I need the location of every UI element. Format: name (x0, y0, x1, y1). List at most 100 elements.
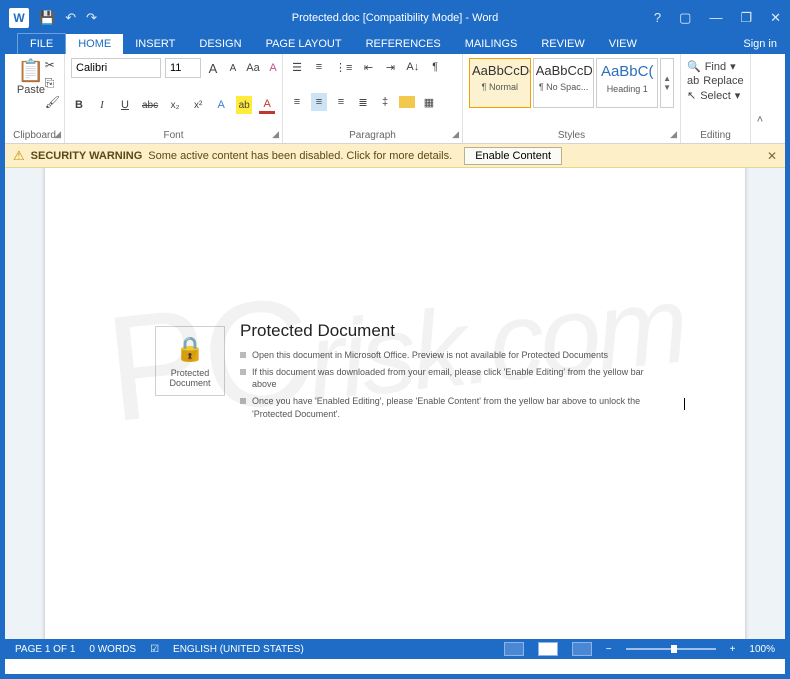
superscript-button[interactable]: x² (190, 96, 206, 114)
redo-icon[interactable]: ↷ (86, 10, 97, 26)
enable-content-button[interactable]: Enable Content (464, 147, 562, 165)
clipboard-group-label: Clipboard (11, 128, 58, 141)
clipboard-dialog-launcher-icon[interactable]: ◢ (54, 129, 61, 140)
styles-group-label: Styles (469, 128, 674, 141)
ribbon-tabs: FILE HOME INSERT DESIGN PAGE LAYOUT REFE… (5, 30, 785, 54)
help-icon[interactable]: ? (654, 10, 661, 25)
tab-design[interactable]: DESIGN (187, 34, 253, 54)
bullets-icon[interactable]: ☰ (289, 58, 305, 76)
strikethrough-button[interactable]: abc (140, 96, 160, 114)
badge-label: Protected Document (156, 368, 224, 388)
style-normal[interactable]: AaBbCcDd ¶ Normal (469, 58, 531, 108)
replace-icon: ab (687, 75, 699, 87)
restore-button[interactable]: ❐ (740, 10, 752, 26)
borders-icon[interactable]: ▦ (421, 93, 437, 111)
spellcheck-icon[interactable]: ☑ (150, 644, 159, 655)
align-left-icon[interactable]: ≡ (289, 93, 305, 111)
styles-gallery-expand-icon[interactable]: ▲▼ (660, 58, 674, 108)
sort-icon[interactable]: A↓ (404, 58, 421, 76)
sign-in-link[interactable]: Sign in (743, 38, 777, 54)
zoom-slider[interactable] (626, 648, 716, 650)
bold-button[interactable]: B (71, 96, 87, 114)
shrink-font-icon[interactable]: A (225, 59, 241, 77)
quick-access-toolbar: 💾 ↶ ↷ (39, 10, 97, 26)
tab-mailings[interactable]: MAILINGS (453, 34, 530, 54)
change-case-icon[interactable]: Aa (245, 59, 261, 77)
group-styles: AaBbCcDd ¶ Normal AaBbCcDd ¶ No Spac... … (463, 54, 681, 143)
tab-file[interactable]: FILE (17, 33, 66, 54)
document-area[interactable]: 🔒 Protected Document Protected Document … (5, 168, 785, 639)
font-dialog-launcher-icon[interactable]: ◢ (272, 129, 279, 140)
find-button[interactable]: 🔍Find ▾ (687, 60, 744, 73)
zoom-in-icon[interactable]: + (730, 644, 736, 655)
undo-icon[interactable]: ↶ (65, 10, 76, 26)
zoom-level[interactable]: 100% (749, 644, 775, 655)
save-icon[interactable]: 💾 (39, 10, 55, 26)
ribbon: 📋 Paste ✂ ⎘ 🖌 Clipboard ◢ A A Aa A B I U… (5, 54, 785, 144)
page-count[interactable]: PAGE 1 OF 1 (15, 644, 75, 655)
read-mode-icon[interactable] (504, 642, 524, 656)
word-count[interactable]: 0 WORDS (89, 644, 136, 655)
replace-button[interactable]: abReplace (687, 75, 744, 87)
align-center-icon[interactable]: ≡ (311, 93, 327, 111)
warning-message[interactable]: Some active content has been disabled. C… (148, 150, 452, 162)
grow-font-icon[interactable]: A (205, 59, 221, 77)
multilevel-list-icon[interactable]: ⋮≡ (333, 58, 354, 76)
styles-dialog-launcher-icon[interactable]: ◢ (670, 129, 677, 140)
clear-formatting-icon[interactable]: A (265, 59, 281, 77)
warning-title: SECURITY WARNING (31, 150, 143, 162)
copy-icon[interactable]: ⎘ (45, 76, 60, 91)
collapse-ribbon-icon[interactable]: ˄ (751, 54, 769, 143)
group-clipboard: 📋 Paste ✂ ⎘ 🖌 Clipboard ◢ (5, 54, 65, 143)
warning-close-icon[interactable]: ✕ (767, 149, 777, 163)
tab-page-layout[interactable]: PAGE LAYOUT (254, 34, 354, 54)
document-heading: Protected Document (240, 321, 670, 341)
justify-icon[interactable]: ≣ (355, 93, 371, 111)
bullet-icon (240, 352, 246, 358)
font-size-input[interactable] (165, 58, 201, 78)
find-icon: 🔍 (687, 60, 701, 73)
underline-button[interactable]: U (117, 96, 133, 114)
align-right-icon[interactable]: ≡ (333, 93, 349, 111)
tab-references[interactable]: REFERENCES (354, 34, 453, 54)
style-heading-1[interactable]: AaBbC( Heading 1 (596, 58, 658, 108)
line-spacing-icon[interactable]: ‡ (377, 93, 393, 111)
format-painter-icon[interactable]: 🖌 (45, 95, 60, 109)
protected-document-text: Protected Document Open this document in… (240, 321, 670, 425)
list-item: Once you have 'Enabled Editing', please … (240, 395, 670, 419)
style-no-spacing[interactable]: AaBbCcDd ¶ No Spac... (533, 58, 595, 108)
minimize-button[interactable]: — (709, 10, 722, 25)
window-title: Protected.doc [Compatibility Mode] - Wor… (292, 12, 498, 24)
window-controls: ? ▢ — ❐ ✕ (654, 10, 781, 26)
select-button[interactable]: ↖Select ▾ (687, 89, 744, 102)
language-status[interactable]: ENGLISH (UNITED STATES) (173, 644, 304, 655)
increase-indent-icon[interactable]: ⇥ (382, 58, 398, 76)
cut-icon[interactable]: ✂ (45, 58, 60, 72)
ribbon-display-options-icon[interactable]: ▢ (679, 10, 691, 26)
close-button[interactable]: ✕ (770, 10, 781, 26)
font-color-icon[interactable]: A (259, 96, 275, 114)
paragraph-dialog-launcher-icon[interactable]: ◢ (452, 129, 459, 140)
lock-icon: 🔒 (175, 335, 205, 364)
warning-icon: ⚠ (13, 148, 25, 164)
font-name-input[interactable] (71, 58, 161, 78)
tab-view[interactable]: VIEW (597, 34, 649, 54)
subscript-button[interactable]: x₂ (167, 96, 183, 114)
list-item: If this document was downloaded from you… (240, 366, 670, 390)
tab-home[interactable]: HOME (66, 34, 123, 54)
bullet-icon (240, 369, 246, 375)
italic-button[interactable]: I (94, 96, 110, 114)
print-layout-icon[interactable] (538, 642, 558, 656)
text-cursor (684, 398, 685, 410)
numbering-icon[interactable]: ≡ (311, 58, 327, 76)
web-layout-icon[interactable] (572, 642, 592, 656)
show-marks-icon[interactable]: ¶ (427, 58, 443, 76)
shading-icon[interactable] (399, 96, 415, 108)
protected-document-badge: 🔒 Protected Document (155, 326, 225, 396)
tab-insert[interactable]: INSERT (123, 34, 187, 54)
tab-review[interactable]: REVIEW (529, 34, 596, 54)
highlight-icon[interactable]: ab (236, 96, 252, 114)
decrease-indent-icon[interactable]: ⇤ (360, 58, 376, 76)
text-effects-icon[interactable]: A (213, 96, 229, 114)
zoom-out-icon[interactable]: − (606, 644, 612, 655)
